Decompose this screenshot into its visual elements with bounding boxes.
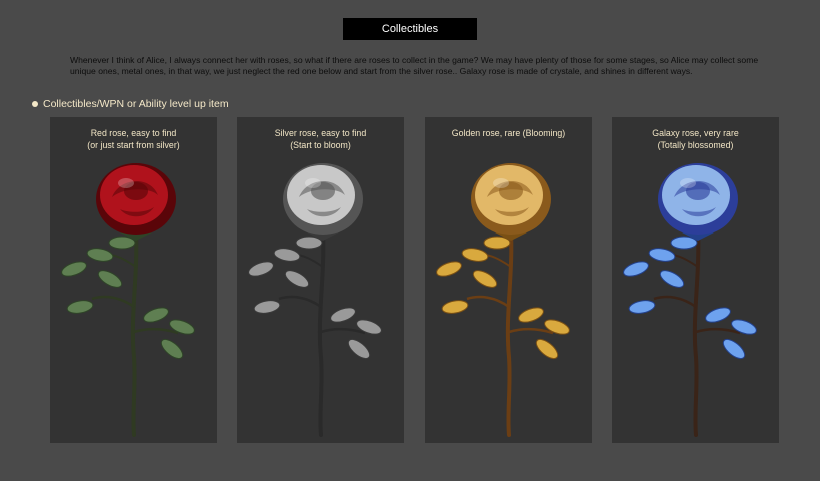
leaf — [436, 261, 462, 277]
leaf — [722, 338, 746, 360]
leaf — [248, 261, 274, 277]
branch — [320, 327, 366, 335]
card-golden-rose: Golden rose, rare (Blooming) — [425, 117, 592, 443]
leaf — [61, 261, 87, 277]
leaf — [659, 270, 685, 288]
leaf — [97, 270, 123, 288]
leaf — [628, 300, 656, 314]
leaf — [253, 300, 281, 314]
red-rose-image — [61, 163, 195, 437]
card-caption: Galaxy rose, very rare (Totally blossome… — [612, 127, 779, 151]
branch — [133, 327, 179, 335]
leaf — [295, 236, 323, 250]
card-caption-line2: (or just start from silver) — [87, 140, 180, 150]
intro-text: Whenever I think of Alice, I always conn… — [70, 55, 759, 76]
leaf — [544, 319, 570, 335]
card-galaxy-rose: Galaxy rose, very rare (Totally blossome… — [612, 117, 779, 443]
branch — [91, 295, 135, 309]
leaf — [623, 261, 649, 277]
leaf — [441, 300, 469, 314]
leaf — [169, 319, 195, 335]
section-label: Collectibles/WPN or Ability level up ite… — [43, 98, 229, 110]
card-caption-line2: (Start to bloom) — [290, 140, 351, 150]
card-caption: Red rose, easy to find (or just start fr… — [50, 127, 217, 151]
highlight — [680, 178, 696, 188]
branch — [508, 327, 554, 335]
leaf — [648, 248, 676, 262]
page-title: Collectibles — [343, 18, 477, 40]
card-caption-line1: Golden rose, rare (Blooming) — [451, 128, 566, 138]
leaf — [518, 307, 544, 323]
leaf — [160, 338, 184, 360]
leaf — [108, 236, 136, 250]
card-caption: Golden rose, rare (Blooming) — [425, 127, 592, 139]
silver-rose-image — [248, 163, 382, 437]
card-red-rose: Red rose, easy to find (or just start fr… — [50, 117, 217, 443]
leaf — [86, 248, 114, 262]
highlight — [118, 178, 134, 188]
branch — [278, 295, 322, 309]
branch — [695, 327, 741, 335]
branch — [466, 295, 510, 309]
leaf — [356, 319, 382, 335]
leaf — [143, 307, 169, 323]
highlight — [305, 178, 321, 188]
leaf — [731, 319, 757, 335]
card-caption-line2: (Totally blossomed) — [657, 140, 734, 150]
card-silver-rose: Silver rose, easy to find (Start to bloo… — [237, 117, 404, 443]
leaf — [705, 307, 731, 323]
leaf — [66, 300, 94, 314]
golden-rose-image — [436, 163, 570, 437]
leaf — [284, 270, 310, 288]
card-caption: Silver rose, easy to find (Start to bloo… — [237, 127, 404, 151]
leaf — [347, 338, 371, 360]
bullet-icon — [32, 101, 38, 107]
leaf — [535, 338, 559, 360]
card-caption-line1: Galaxy rose, very rare — [652, 128, 739, 138]
leaf — [461, 248, 489, 262]
highlight — [493, 178, 509, 188]
leaf — [670, 236, 698, 250]
galaxy-rose-image — [623, 163, 757, 437]
card-caption-line1: Red rose, easy to find — [90, 128, 177, 138]
leaf — [483, 236, 511, 250]
leaf — [273, 248, 301, 262]
card-caption-line1: Silver rose, easy to find — [274, 128, 367, 138]
branch — [653, 295, 697, 309]
leaf — [330, 307, 356, 323]
leaf — [472, 270, 498, 288]
